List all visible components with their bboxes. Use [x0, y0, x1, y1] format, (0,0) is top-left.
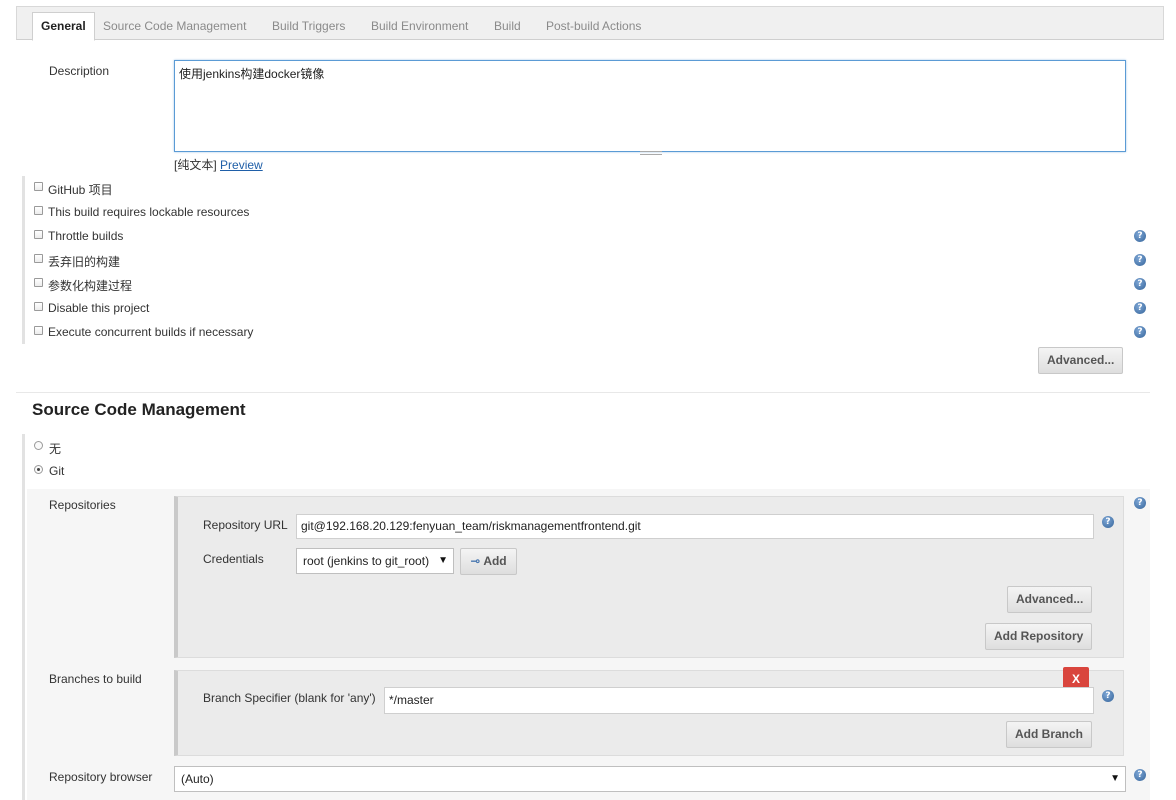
concurrent-builds-checkbox[interactable]: [34, 326, 43, 335]
help-icon[interactable]: ?: [1134, 254, 1146, 266]
add-branch-button[interactable]: Add Branch: [1006, 721, 1092, 748]
repository-browser-value: (Auto): [181, 772, 214, 786]
discard-old-builds-label: 丢弃旧的构建: [48, 255, 121, 269]
add-credentials-label: Add: [483, 554, 507, 568]
concurrent-builds-label: Execute concurrent builds if necessary: [48, 325, 254, 339]
tab-build[interactable]: Build: [494, 14, 521, 41]
repository-url-input[interactable]: git@192.168.20.129:fenyuan_team/riskmana…: [296, 514, 1094, 539]
scm-none-label: 无: [49, 442, 62, 456]
description-format-row: [纯文本] Preview: [174, 156, 263, 173]
credentials-value: root (jenkins to git_root): [303, 554, 430, 568]
plain-text-label: [纯文本]: [174, 158, 217, 172]
repositories-label: Repositories: [49, 498, 116, 512]
key-icon: ⊸: [470, 554, 481, 568]
parameterized-build-checkbox[interactable]: [34, 278, 43, 287]
help-icon[interactable]: ?: [1134, 278, 1146, 290]
scm-git-radio[interactable]: [34, 465, 43, 474]
help-icon[interactable]: ?: [1134, 769, 1146, 781]
discard-old-builds-checkbox[interactable]: [34, 254, 43, 263]
repository-browser-select[interactable]: (Auto) ▼: [174, 766, 1126, 792]
tab-build-triggers[interactable]: Build Triggers: [272, 14, 345, 41]
preview-link[interactable]: Preview: [220, 158, 263, 172]
scm-heading: Source Code Management: [32, 400, 246, 419]
tab-source-code-management[interactable]: Source Code Management: [103, 14, 246, 41]
help-icon[interactable]: ?: [1134, 230, 1146, 242]
config-tabbar: General Source Code Management Build Tri…: [16, 6, 1164, 41]
disable-project-label: Disable this project: [48, 301, 150, 315]
tab-general[interactable]: General: [32, 12, 95, 41]
help-icon[interactable]: ?: [1134, 302, 1146, 314]
scm-none-radio[interactable]: [34, 441, 43, 450]
dropdown-caret-icon: ▼: [438, 555, 448, 566]
general-advanced-button[interactable]: Advanced...: [1038, 347, 1123, 374]
description-textarea[interactable]: 使用jenkins构建docker镜像: [174, 60, 1126, 152]
description-label: Description: [49, 64, 110, 78]
scm-grip: [22, 434, 25, 800]
github-project-label: GitHub 项目: [48, 183, 113, 197]
repo-advanced-button[interactable]: Advanced...: [1007, 586, 1092, 613]
general-options-grip: [22, 176, 25, 344]
credentials-label: Credentials: [203, 552, 264, 566]
help-icon[interactable]: ?: [1102, 690, 1114, 702]
help-icon[interactable]: ?: [1102, 516, 1114, 528]
branches-label: Branches to build: [49, 672, 142, 686]
parameterized-build-label: 参数化构建过程: [48, 279, 133, 293]
textarea-resize-grip[interactable]: [640, 151, 662, 155]
help-icon[interactable]: ?: [1134, 497, 1146, 509]
github-project-checkbox[interactable]: [34, 182, 43, 191]
dropdown-caret-icon: ▼: [1110, 773, 1120, 784]
tab-post-build-actions[interactable]: Post-build Actions: [546, 14, 641, 41]
disable-project-checkbox[interactable]: [34, 302, 43, 311]
add-repository-button[interactable]: Add Repository: [985, 623, 1092, 650]
branch-specifier-input[interactable]: */master: [384, 687, 1094, 714]
throttle-builds-checkbox[interactable]: [34, 230, 43, 239]
add-credentials-button[interactable]: ⊸ Add: [460, 548, 517, 575]
section-divider: [16, 392, 1150, 393]
branch-specifier-label: Branch Specifier (blank for 'any'): [203, 691, 376, 705]
repository-url-label: Repository URL: [203, 518, 288, 532]
scm-git-label: Git: [49, 464, 65, 478]
help-icon[interactable]: ?: [1134, 326, 1146, 338]
throttle-builds-label: Throttle builds: [48, 229, 124, 243]
lockable-resources-label: This build requires lockable resources: [48, 205, 250, 219]
tab-build-environment[interactable]: Build Environment: [371, 14, 468, 41]
lockable-resources-checkbox[interactable]: [34, 206, 43, 215]
repository-browser-label: Repository browser: [49, 770, 153, 784]
credentials-select[interactable]: root (jenkins to git_root) ▼: [296, 548, 454, 574]
